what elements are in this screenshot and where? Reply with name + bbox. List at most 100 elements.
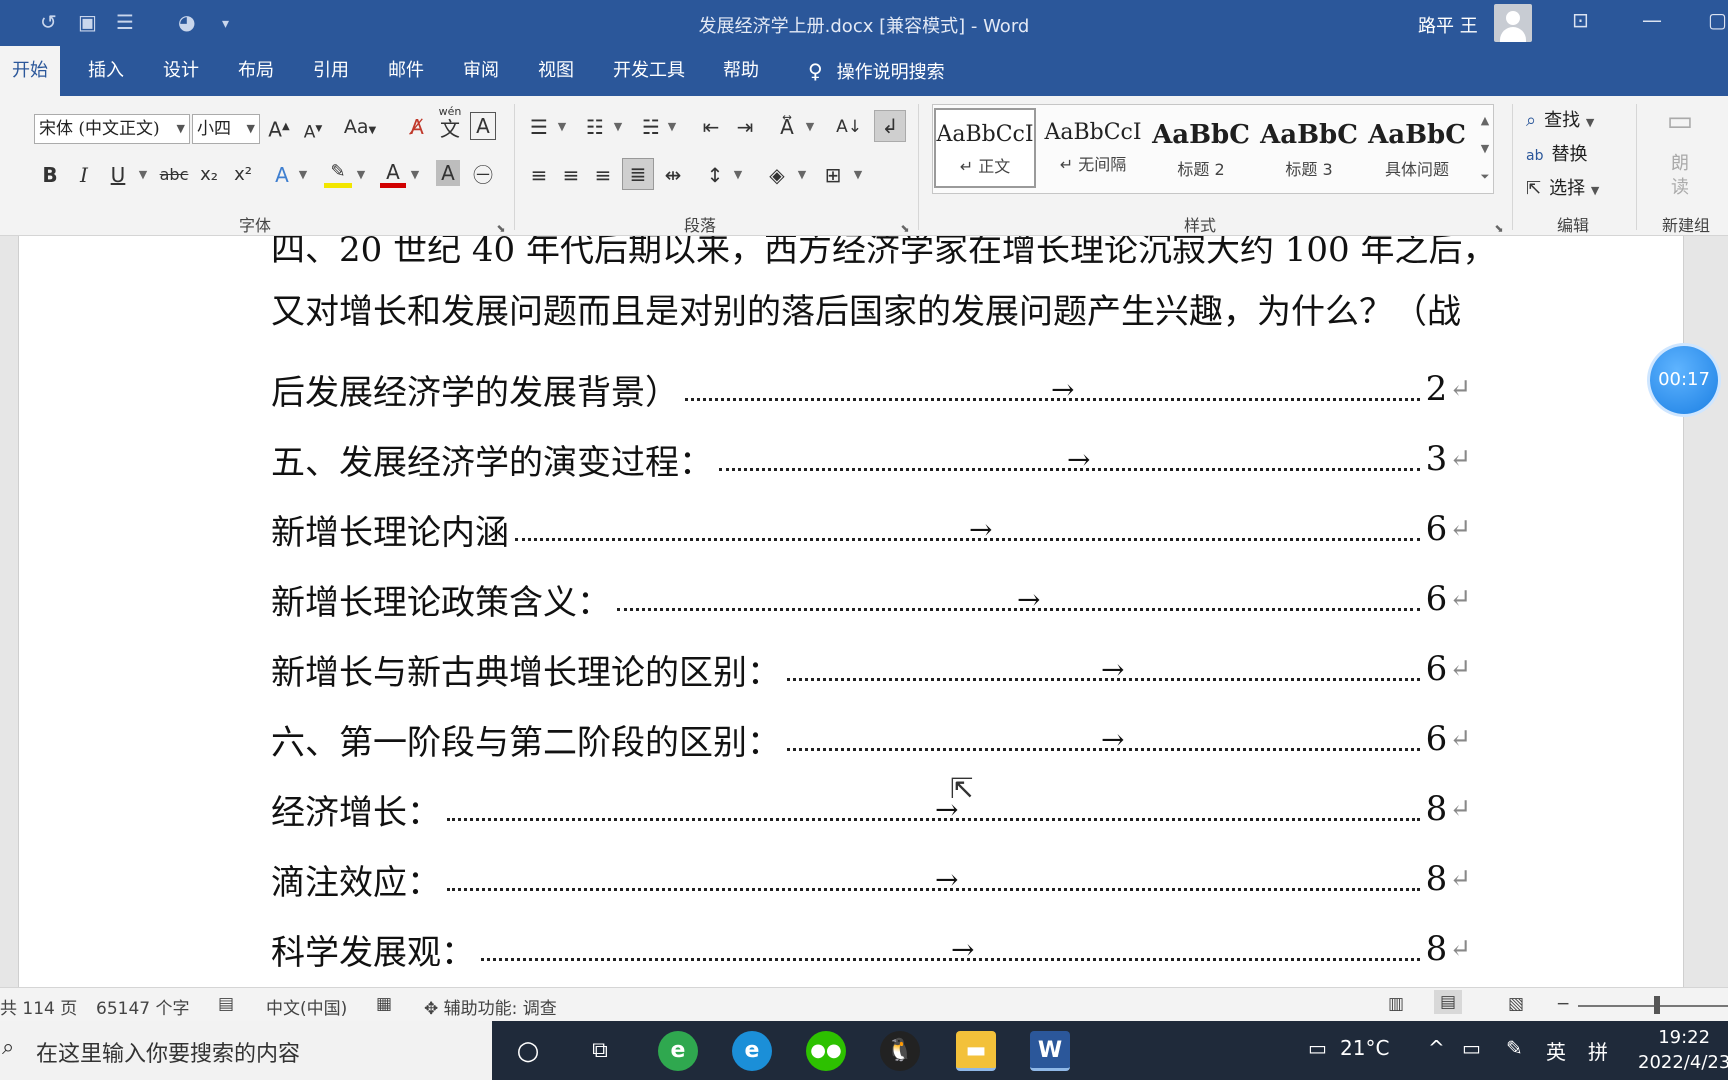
tell-me-search[interactable]: ♀ 操作说明搜索 xyxy=(796,46,957,96)
align-left-icon[interactable]: ≡ xyxy=(526,160,552,192)
phonetic-guide-button[interactable]: wén 文 xyxy=(436,106,464,141)
shading-dropdown-icon[interactable]: ▼ xyxy=(796,160,808,192)
toc-entry[interactable]: 五、发展经济学的演变过程： → 3 ↵ xyxy=(271,424,1471,494)
tab-design[interactable]: 设计 xyxy=(151,46,211,96)
bold-button[interactable]: B xyxy=(38,160,62,192)
character-shading-icon[interactable]: A xyxy=(436,160,460,186)
read-aloud-icon[interactable]: ▭ xyxy=(1660,106,1700,138)
cortana-icon[interactable]: ○ xyxy=(508,1031,548,1071)
text-effects-dropdown-icon[interactable]: ▼ xyxy=(296,160,310,192)
toc-entry[interactable]: 滴注效应： → 8 ↵ xyxy=(271,844,1471,914)
font-color-icon[interactable]: A xyxy=(380,160,406,188)
tab-review[interactable]: 审阅 xyxy=(451,46,511,96)
distributed-icon[interactable]: ⇹ xyxy=(660,160,686,192)
strikethrough-button[interactable]: abc xyxy=(158,160,190,192)
text-direction-icon[interactable]: A⃡ xyxy=(774,112,800,144)
document-page[interactable]: 四、20 世纪 40 年代后期以来，西方经济学家在增长理论沉寂大约 100 年之… xyxy=(18,236,1684,987)
ime-mode[interactable]: 拼 xyxy=(1588,1036,1608,1065)
select-button[interactable]: ⇱ 选择 ▼ xyxy=(1526,174,1599,200)
line-spacing-icon[interactable]: ↕ xyxy=(702,160,728,192)
accessibility-checker[interactable]: ✥ 辅助功能: 调查 xyxy=(424,994,557,1019)
bullets-dropdown-icon[interactable]: ▼ xyxy=(556,112,568,144)
zoom-slider[interactable] xyxy=(1578,1005,1728,1007)
shrink-font-icon[interactable]: A▼ xyxy=(300,114,326,146)
sort-icon[interactable]: A↓ xyxy=(836,112,862,144)
replace-button[interactable]: ab 替换 xyxy=(1526,140,1587,166)
style-heading-3[interactable]: AaBbC 标题 3 xyxy=(1258,108,1360,188)
maximize-icon[interactable]: ▢ xyxy=(1708,8,1727,32)
underline-button[interactable]: U xyxy=(106,160,130,192)
font-size-combo[interactable]: 小四 ▼ xyxy=(192,114,260,144)
pen-icon[interactable]: ✎ xyxy=(1506,1036,1523,1060)
macro-icon[interactable]: ▦ xyxy=(376,994,392,1014)
numbering-icon[interactable]: ☷ xyxy=(582,112,608,144)
toc-entry[interactable]: 科学发展观： → 8 ↵ xyxy=(271,914,1471,984)
align-center-icon[interactable]: ≡ xyxy=(558,160,584,192)
read-aloud-label[interactable]: 朗读 xyxy=(1668,152,1692,200)
edge-icon[interactable]: e xyxy=(732,1031,772,1071)
tab-home[interactable]: 开始 xyxy=(0,46,60,96)
superscript-button[interactable]: x² xyxy=(230,160,256,192)
font-name-combo[interactable]: 宋体 (中文正文) ▼ xyxy=(34,114,190,144)
highlight-dropdown-icon[interactable]: ▼ xyxy=(354,160,368,192)
style-normal[interactable]: AaBbCcI ↵ 正文 xyxy=(934,108,1036,188)
battery-icon[interactable]: ▭ xyxy=(1462,1036,1481,1060)
minimize-icon[interactable]: — xyxy=(1642,8,1662,32)
style-specific-question[interactable]: AaBbC 具体问题 xyxy=(1366,108,1468,188)
style-heading-2[interactable]: AaBbC 标题 2 xyxy=(1150,108,1252,188)
borders-dropdown-icon[interactable]: ▼ xyxy=(852,160,864,192)
grow-font-icon[interactable]: A▲ xyxy=(266,112,292,144)
borders-icon[interactable]: ⊞ xyxy=(820,160,846,192)
toc-entry[interactable]: 经济增长： → 8 ↵ xyxy=(271,774,1471,844)
user-name[interactable]: 路平 王 xyxy=(1418,12,1478,38)
align-right-icon[interactable]: ≡ xyxy=(590,160,616,192)
multilevel-list-icon[interactable]: ☵ xyxy=(638,112,664,144)
page-count[interactable]: 共 114 页 xyxy=(0,994,77,1019)
toc-entry[interactable]: 新增长与新古典增长理论的区别： → 6 ↵ xyxy=(271,634,1471,704)
enclose-characters-icon[interactable]: ㊀ xyxy=(470,160,496,192)
zoom-out-icon[interactable]: − xyxy=(1556,994,1570,1014)
toc-entry[interactable]: 六、第一阶段与第二阶段的区别： → 6 ↵ xyxy=(271,704,1471,774)
text-direction-dropdown-icon[interactable]: ▼ xyxy=(804,112,816,144)
word-icon[interactable]: W xyxy=(1030,1031,1070,1071)
find-button[interactable]: ⌕ 查找 ▼ xyxy=(1526,106,1594,132)
highlight-icon[interactable]: ✎ xyxy=(324,160,352,188)
show-marks-icon[interactable]: ↲ xyxy=(874,110,906,142)
ime-language[interactable]: 英 xyxy=(1546,1036,1566,1065)
underline-dropdown-icon[interactable]: ▼ xyxy=(136,160,150,192)
web-layout-icon[interactable]: ▧ xyxy=(1508,994,1524,1014)
chevron-up-icon[interactable]: ^ xyxy=(1428,1036,1445,1060)
line-spacing-dropdown-icon[interactable]: ▼ xyxy=(732,160,744,192)
italic-button[interactable]: I xyxy=(72,160,96,192)
increase-indent-icon[interactable]: ⇥ xyxy=(732,112,758,144)
character-border-icon[interactable]: A xyxy=(470,112,496,140)
shading-icon[interactable]: ◈ xyxy=(764,160,790,192)
weather-icon[interactable]: ▭ xyxy=(1308,1036,1327,1060)
avatar[interactable] xyxy=(1494,4,1532,42)
toc-entry[interactable]: 新增长理论政策含义： → 6 ↵ xyxy=(271,564,1471,634)
tab-mailings[interactable]: 邮件 xyxy=(376,46,436,96)
tab-developer[interactable]: 开发工具 xyxy=(601,46,697,96)
text-effects-button[interactable]: A xyxy=(270,160,294,192)
qq-icon[interactable]: 🐧 xyxy=(880,1031,920,1071)
style-no-spacing[interactable]: AaBbCcI ↵ 无间隔 xyxy=(1042,108,1144,188)
bullets-icon[interactable]: ☰ xyxy=(526,112,552,144)
task-view-icon[interactable]: ⧉ xyxy=(580,1031,620,1071)
tab-insert[interactable]: 插入 xyxy=(76,46,136,96)
change-case-button[interactable]: Aa▼ xyxy=(340,112,380,144)
numbering-dropdown-icon[interactable]: ▼ xyxy=(612,112,624,144)
word-count[interactable]: 65147 个字 xyxy=(96,994,189,1019)
proofing-icon[interactable]: ▤ xyxy=(218,994,234,1014)
font-color-dropdown-icon[interactable]: ▼ xyxy=(408,160,422,192)
toc-entry[interactable]: 后发展经济学的发展背景） → 2 ↵ xyxy=(271,354,1471,424)
multilevel-dropdown-icon[interactable]: ▼ xyxy=(666,112,678,144)
tab-help[interactable]: 帮助 xyxy=(711,46,771,96)
styles-more-icon[interactable]: ⏷ xyxy=(1476,162,1494,194)
clear-formatting-icon[interactable]: A̸ xyxy=(404,112,430,144)
zoom-slider-thumb[interactable] xyxy=(1654,996,1660,1014)
tab-view[interactable]: 视图 xyxy=(526,46,586,96)
read-mode-icon[interactable]: ▥ xyxy=(1388,994,1404,1014)
browser-360-icon[interactable]: e xyxy=(658,1031,698,1071)
language-indicator[interactable]: 中文(中国) xyxy=(266,994,347,1019)
recording-timer[interactable]: 00:17 xyxy=(1650,346,1718,414)
